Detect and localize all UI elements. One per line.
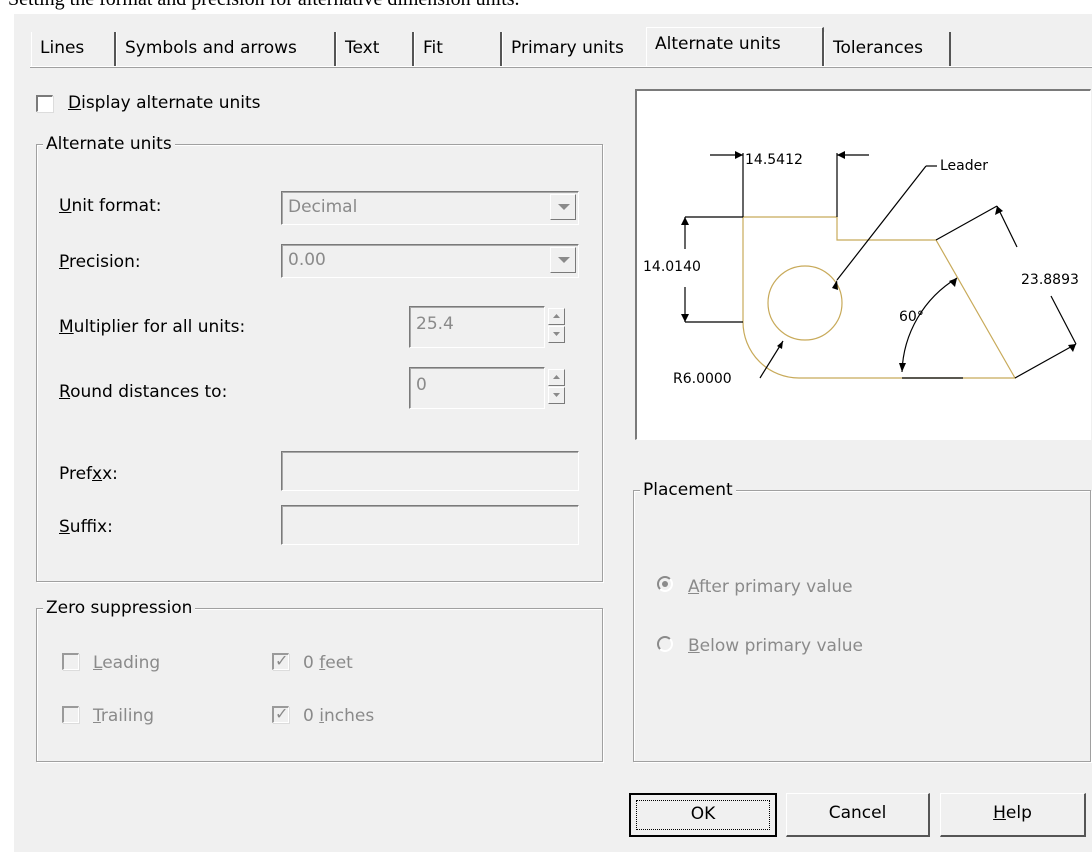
ok-button-label: OK — [636, 800, 770, 830]
zero-suppression-group: Zero suppression — [36, 597, 603, 762]
preview-dimensions — [684, 153, 1077, 379]
tab-label: Symbols and arrows — [125, 38, 297, 58]
tab-alternate-units[interactable]: Alternate units — [646, 27, 824, 68]
tab-label: Primary units — [511, 38, 624, 58]
group-title: Zero suppression — [43, 597, 196, 619]
suffix-label: Suffix: — [59, 517, 113, 537]
tab-divider — [30, 66, 1092, 68]
trailing-label: Trailing — [93, 706, 155, 726]
multiplier-spin-down-icon[interactable] — [548, 326, 565, 343]
preview-arrowheads — [681, 151, 1076, 372]
zero-inches-checkbox[interactable]: ✓ — [272, 704, 289, 723]
zero-feet-checkbox[interactable]: ✓ — [272, 651, 289, 670]
round-spin-down-icon[interactable] — [548, 387, 565, 404]
radius-text: R6.0000 — [673, 371, 732, 387]
group-title: Placement — [640, 479, 736, 501]
precision-select[interactable]: 0.00 — [281, 244, 579, 278]
multiplier-value: 25.4 — [416, 314, 454, 334]
dim-top-text: 14.5412 — [745, 152, 803, 168]
preview-panel: 14.5412 14.0140 23.8893 60° R6.0000 Lead… — [635, 89, 1091, 440]
caption: Setting the format and precision for alt… — [8, 0, 520, 11]
tab-fit[interactable]: Fit — [414, 32, 502, 66]
leading-label: Leading — [93, 653, 161, 673]
display-alternate-units-label[interactable]: Display alternate units — [68, 92, 261, 114]
placement-group: Placement — [633, 479, 1091, 762]
check-icon: ✓ — [275, 704, 289, 723]
dropdown-arrow-icon[interactable] — [550, 247, 576, 273]
tab-primary-units[interactable]: Primary units — [502, 32, 646, 66]
help-button[interactable]: Help — [940, 793, 1086, 837]
radio-dot-icon — [662, 581, 668, 587]
dropdown-arrow-icon[interactable] — [550, 194, 576, 220]
unit-format-value: Decimal — [288, 197, 358, 217]
tab-symbols-and-arrows[interactable]: Symbols and arrows — [116, 32, 336, 66]
dim-left-text: 14.0140 — [643, 259, 701, 275]
round-distances-input[interactable]: 0 — [409, 367, 545, 409]
leader-text: Leader — [940, 158, 988, 174]
precision-label: Precision: — [59, 252, 141, 272]
trailing-checkbox[interactable] — [62, 706, 79, 723]
unit-format-select[interactable]: Decimal — [281, 191, 579, 225]
multiplier-label: Multiplier for all units: — [59, 317, 246, 337]
multiplier-spin-up-icon[interactable] — [548, 308, 565, 325]
check-icon: ✓ — [275, 651, 289, 670]
cancel-button[interactable]: Cancel — [786, 793, 930, 837]
group-title: Alternate units — [43, 133, 175, 155]
after-primary-label: After primary value — [688, 577, 853, 597]
tab-label: Alternate units — [655, 34, 781, 54]
angle-text: 60° — [899, 309, 924, 325]
unit-format-label: Unit format: — [59, 196, 162, 216]
cancel-button-label: Cancel — [828, 803, 887, 823]
multiplier-input[interactable]: 25.4 — [409, 306, 545, 348]
round-distances-label: Round distances to: — [59, 382, 228, 402]
ok-button[interactable]: OK — [629, 793, 777, 837]
preview-geometry — [742, 216, 1017, 379]
tab-label: Text — [345, 38, 380, 58]
prefix-label: Prefxx: — [59, 464, 118, 484]
tab-tolerances[interactable]: Tolerances — [824, 32, 951, 66]
below-primary-label: Below primary value — [688, 636, 863, 656]
dim-right-text: 23.8893 — [1021, 272, 1079, 288]
display-alternate-units-checkbox[interactable] — [36, 95, 53, 112]
round-distances-value: 0 — [416, 375, 427, 395]
round-spin-up-icon[interactable] — [548, 369, 565, 386]
tab-text[interactable]: Text — [336, 32, 414, 66]
below-primary-radio[interactable] — [657, 636, 673, 652]
leading-checkbox[interactable] — [62, 653, 79, 670]
dimension-preview-drawing: 14.5412 14.0140 23.8893 60° R6.0000 Lead… — [643, 151, 1079, 387]
zero-feet-label: 0 feet — [303, 653, 353, 673]
help-button-label: elp — [1005, 803, 1032, 823]
zero-inches-label: 0 inches — [303, 706, 375, 726]
tab-label: Fit — [423, 38, 443, 58]
tab-label: Lines — [40, 38, 85, 58]
precision-value: 0.00 — [288, 250, 326, 270]
tab-lines[interactable]: Lines — [31, 32, 116, 66]
after-primary-radio[interactable] — [657, 576, 673, 592]
prefix-input[interactable] — [281, 451, 579, 491]
tab-label: Tolerances — [833, 38, 923, 58]
suffix-input[interactable] — [281, 505, 579, 545]
